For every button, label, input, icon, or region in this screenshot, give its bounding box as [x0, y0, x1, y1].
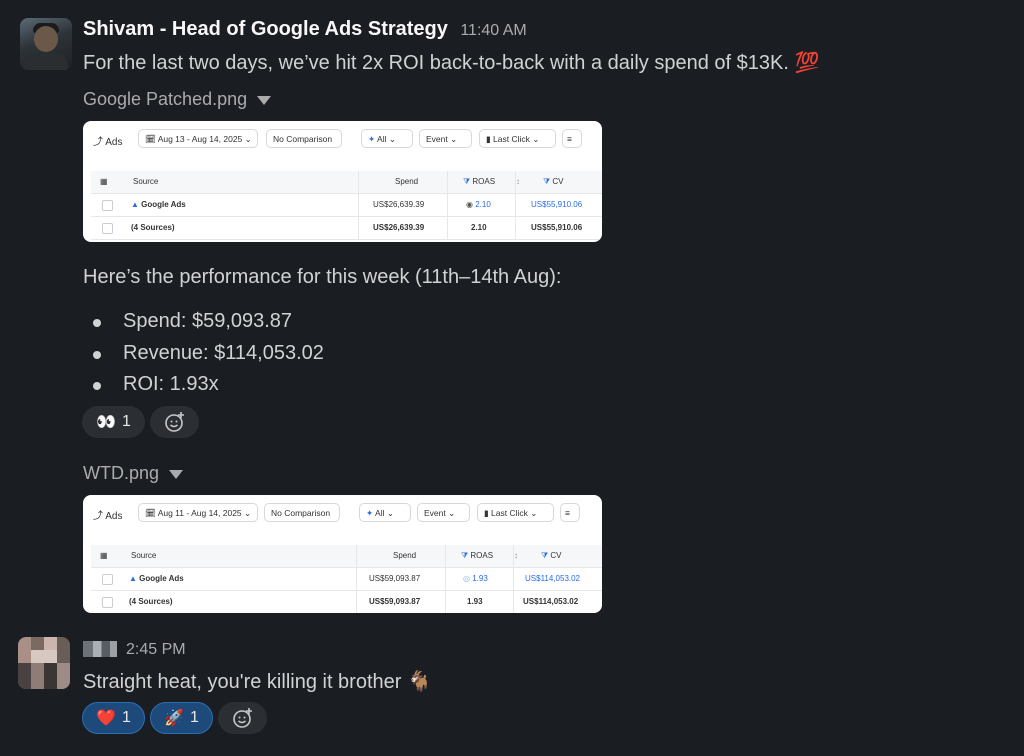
report-toolbar: ⤴ Ads 🗓 Aug 11 - Aug 14, 2025 ⌄ No Compa…: [83, 503, 602, 525]
cv-cell: US$55,910.06: [531, 223, 583, 232]
file-name: Google Patched.png: [83, 89, 248, 109]
reaction-count: 1: [122, 709, 131, 726]
list-item: ROI: 1.93x: [83, 369, 324, 401]
table-row: (4 Sources) US$59,093.87 1.93 US$114,053…: [91, 591, 602, 613]
rocket-emoji: 🚀: [164, 710, 184, 727]
message-text: For the last two days, we’ve hit 2x ROI …: [83, 50, 819, 75]
sort-icon: ↕: [516, 177, 520, 186]
reaction-eyes[interactable]: 👀 1: [82, 406, 145, 438]
author-avatar[interactable]: [20, 18, 72, 70]
row-checkbox: [102, 597, 113, 608]
avatar-pixel-block: [18, 663, 70, 689]
header-source: Source: [133, 177, 159, 186]
event-select: Event ⌄: [419, 129, 472, 148]
reply-text: Straight heat, you're killing it brother…: [83, 669, 432, 694]
table-row: ▲ Google Ads US$26,639.39 ◉ 2.10 US$55,9…: [91, 194, 602, 217]
message-body: Straight heat, you're killing it brother: [83, 671, 402, 693]
filter-select: ✦ All ⌄: [359, 503, 411, 522]
menu-icon: ≡: [560, 503, 580, 522]
roas-cell: 2.10: [471, 223, 487, 232]
header-source: Source: [131, 551, 157, 560]
spend-cell: US$59,093.87: [369, 597, 421, 606]
redacted-author-name[interactable]: [83, 641, 117, 657]
header-roas: ⧩ ROAS: [461, 551, 494, 560]
chevron-down-icon[interactable]: [257, 95, 272, 105]
header-cv: ⧩ CV: [543, 177, 564, 186]
chart-icon: ▦: [100, 551, 108, 560]
table-header-row: ▦ Source Spend ⧩ ROAS ↕ ⧩ CV: [91, 171, 602, 194]
spend-cell: US$26,639.39: [373, 200, 425, 209]
table-header-row: ▦ Source Spend ⧩ ROAS ↕ ⧩ CV: [91, 545, 602, 568]
row-checkbox: [102, 223, 113, 234]
ads-label: ⤴ Ads: [93, 137, 123, 148]
avatar-pixel-block: [31, 650, 57, 663]
table-row: (4 Sources) US$26,639.39 2.10 US$55,910.…: [91, 217, 602, 240]
reaction-rocket[interactable]: 🚀 1: [150, 702, 213, 734]
eyes-emoji: 👀: [96, 414, 116, 431]
avatar-body: [24, 52, 68, 70]
source-cell: (4 Sources): [129, 597, 173, 606]
event-select: Event ⌄: [417, 503, 470, 522]
header-spend: Spend: [393, 551, 417, 560]
table-row: ▲ Google Ads US$59,093.87 ◎ 1.93 US$114,…: [91, 568, 602, 591]
attribution-select: ▮ Last Click ⌄: [479, 129, 556, 148]
goat-emoji: 🐐: [407, 671, 432, 693]
date-range-picker: 🗓 Aug 13 - Aug 14, 2025 ⌄: [138, 129, 258, 148]
sort-icon: ↕: [514, 551, 518, 560]
chart-icon: ▦: [100, 177, 108, 186]
heart-emoji: ❤️: [96, 710, 116, 727]
add-reaction-icon: [232, 708, 252, 728]
source-cell: ▲ Google Ads: [131, 200, 186, 209]
cv-cell: US$114,053.02: [523, 597, 579, 606]
header-spend: Spend: [395, 177, 419, 186]
message-timestamp[interactable]: 11:40 AM: [460, 22, 526, 39]
spend-cell: US$26,639.39: [373, 223, 425, 232]
file-name: WTD.png: [83, 463, 160, 483]
hundred-emoji: 💯: [794, 52, 820, 74]
roas-cell: ◎ 1.93: [463, 574, 488, 583]
image-attachment-google-patched[interactable]: ⤴ Ads 🗓 Aug 13 - Aug 14, 2025 ⌄ No Compa…: [83, 121, 602, 242]
spend-cell: US$59,093.87: [369, 574, 421, 583]
file-label-wtd[interactable]: WTD.png: [83, 463, 184, 484]
image-attachment-wtd[interactable]: ⤴ Ads 🗓 Aug 11 - Aug 14, 2025 ⌄ No Compa…: [83, 495, 602, 613]
chevron-down-icon[interactable]: [169, 469, 184, 479]
reaction-count: 1: [190, 709, 199, 726]
reaction-count: 1: [122, 413, 131, 430]
add-reaction-button[interactable]: [218, 702, 267, 734]
message-timestamp[interactable]: 2:45 PM: [126, 641, 186, 659]
list-item: Revenue: $114,053.02: [83, 338, 324, 370]
menu-icon: ≡: [562, 129, 582, 148]
message-header: Shivam - Head of Google Ads Strategy 11:…: [83, 18, 527, 41]
reply-author-avatar[interactable]: [18, 637, 70, 689]
ads-label: ⤴ Ads: [93, 511, 123, 522]
cv-cell: US$55,910.06: [531, 200, 583, 209]
report-toolbar: ⤴ Ads 🗓 Aug 13 - Aug 14, 2025 ⌄ No Compa…: [83, 129, 602, 151]
filter-select: ✦ All ⌄: [361, 129, 413, 148]
performance-list: Spend: $59,093.87 Revenue: $114,053.02 R…: [83, 306, 324, 401]
add-reaction-icon: [164, 412, 184, 432]
roas-cell: ◉ 2.10: [466, 200, 491, 209]
list-item: Spend: $59,093.87: [83, 306, 324, 338]
comparison-select: No Comparison: [266, 129, 342, 148]
row-checkbox: [102, 200, 113, 211]
roas-cell: 1.93: [467, 597, 483, 606]
avatar-face: [34, 26, 58, 52]
source-cell: ▲ Google Ads: [129, 574, 184, 583]
attribution-select: ▮ Last Click ⌄: [477, 503, 554, 522]
date-range-picker: 🗓 Aug 11 - Aug 14, 2025 ⌄: [138, 503, 258, 522]
row-checkbox: [102, 574, 113, 585]
add-reaction-button[interactable]: [150, 406, 199, 438]
source-cell: (4 Sources): [131, 223, 175, 232]
comparison-select: No Comparison: [264, 503, 340, 522]
header-roas: ⧩ ROAS: [463, 177, 496, 186]
header-cv: ⧩ CV: [541, 551, 562, 560]
reaction-heart[interactable]: ❤️ 1: [82, 702, 145, 734]
cv-cell: US$114,053.02: [525, 574, 581, 583]
file-label-google-patched[interactable]: Google Patched.png: [83, 89, 272, 110]
author-name[interactable]: Shivam - Head of Google Ads Strategy: [83, 18, 448, 40]
performance-intro: Here’s the performance for this week (11…: [83, 266, 562, 288]
message-body: For the last two days, we’ve hit 2x ROI …: [83, 52, 789, 74]
